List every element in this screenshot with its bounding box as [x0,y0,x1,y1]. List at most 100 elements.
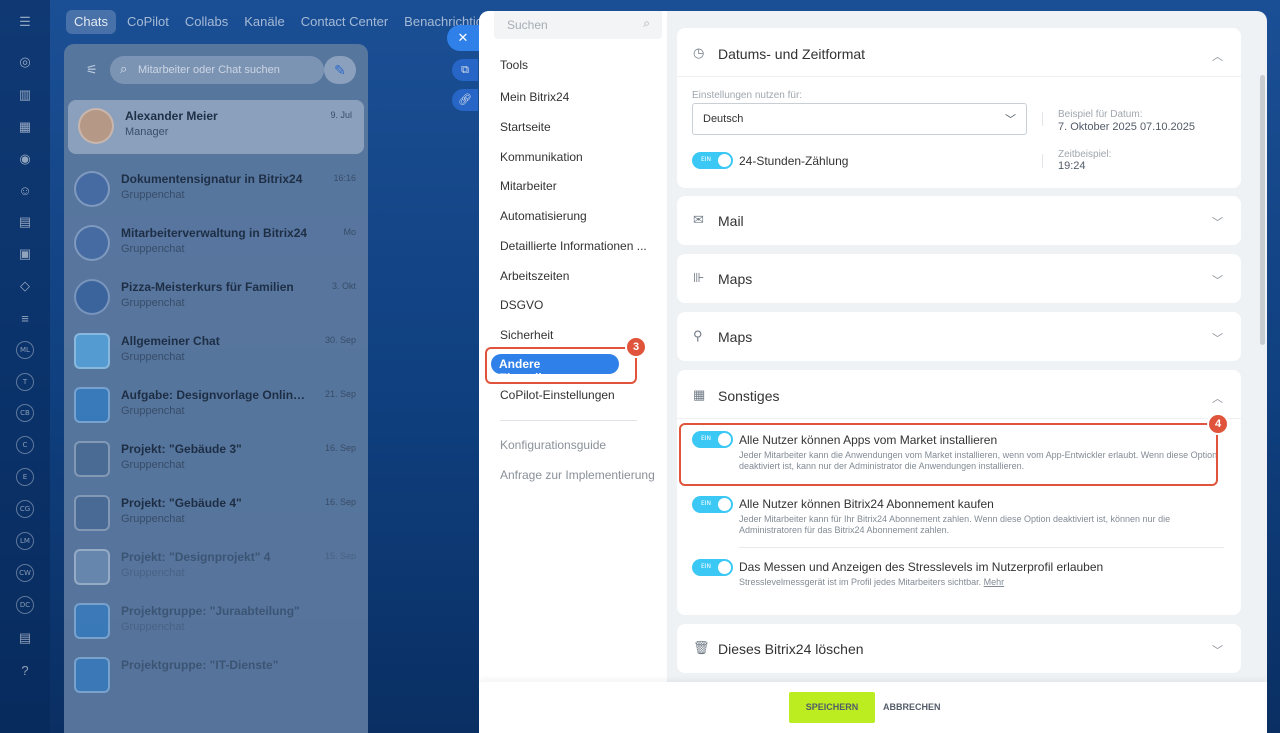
chat-date: Mo [343,227,356,237]
nav-item-kommunikation[interactable]: Kommunikation [500,150,583,164]
settings-search-placeholder: Suchen [507,18,548,32]
chat-list-item[interactable]: Aufgabe: Designvorlage Onlinesho... Grup… [64,379,368,433]
help-icon[interactable]: ? [15,660,35,680]
toggle-knob [718,561,731,574]
chat-list-item[interactable]: Projektgruppe: "Juraabteilung" Gruppench… [64,595,368,649]
chat-search-input[interactable]: Mitarbeiter oder Chat suchen [110,56,324,84]
chat-list-item[interactable]: Alexander Meier Manager 9. Jul [68,100,364,154]
filter-icon[interactable]: ⚟ [86,62,102,78]
rail-badge-e[interactable]: E [16,468,34,486]
search-icon: ⌕ [643,16,650,30]
section-title: Dieses Bitrix24 löschen [718,641,864,657]
save-button[interactable]: SPEICHERN [789,692,875,723]
nav-item-copilot-einstellungen[interactable]: CoPilot-Einstellungen [500,388,615,402]
toggle-label: EIN [701,156,712,163]
chat-list-item[interactable]: Projekt: "Gebäude 4" Gruppenchat 16. Sep [64,487,368,541]
settings-search[interactable]: Suchen ⌕ [494,11,662,39]
annotation-badge-3: 3 [625,336,647,358]
tab-collabs[interactable]: Collabs [180,10,233,34]
toggle-24h[interactable]: EIN [692,152,733,169]
section-maps[interactable]: ⊪ Maps ﹀ [677,254,1241,303]
nav-item-mitarbeiter[interactable]: Mitarbeiter [500,179,557,193]
chat-subtitle: Gruppenchat [121,189,185,201]
toggle-buy-subscription[interactable]: EIN [692,496,733,513]
scrollbar[interactable] [1260,75,1265,345]
tab-chats[interactable]: Chats [66,10,116,34]
more-link[interactable]: Mehr [984,577,1005,587]
open-in-new-window-icon[interactable]: ⧉ [452,59,478,81]
section-title: Maps [718,271,753,287]
chevron-up-icon[interactable]: ︿ [1212,390,1223,406]
stripes-icon[interactable]: ≡ [15,308,35,328]
chat-list-item[interactable]: Mitarbeiterverwaltung in Bitrix24 Gruppe… [64,217,368,271]
rail-badge-cb[interactable]: CB [16,404,34,422]
rail-badge-lm[interactable]: LM [16,532,34,550]
nav-item-mein-bitrix24[interactable]: Mein Bitrix24 [500,90,569,104]
tab-contact-center[interactable]: Contact Center [296,10,393,34]
chat-subtitle: Gruppenchat [121,513,185,525]
copilot-icon[interactable]: ◎ [15,52,35,72]
chat-list-item[interactable]: Projekt: "Designprojekt" 4 Gruppenchat 1… [64,541,368,595]
nav-item-sicherheit[interactable]: Sicherheit [500,328,553,342]
chevron-down-icon[interactable]: ﹀ [1212,642,1223,658]
nav-item-automatisierung[interactable]: Automatisierung [500,209,587,223]
chat-list-item[interactable]: Pizza-Meisterkurs für Familien Gruppench… [64,271,368,325]
chat-title: Projekt: "Gebäude 3" [121,442,242,456]
compose-button[interactable]: ✎ [324,56,356,84]
chat-list-item[interactable]: Allgemeiner Chat Gruppenchat 30. Sep [64,325,368,379]
chart-icon[interactable]: ▥ [15,85,35,105]
nav-item-tools[interactable]: Tools [500,58,528,72]
rail-badge-cw[interactable]: CW [16,564,34,582]
top-nav: Chats CoPilot Collabs Kanäle Contact Cen… [66,10,510,34]
chat-subtitle: Gruppenchat [121,297,185,309]
chat-title: Projekt: "Designprojekt" 4 [121,550,271,564]
chevron-down-icon[interactable]: ﹀ [1212,272,1223,288]
section-maps-location[interactable]: ⚲ Maps ﹀ [677,312,1241,361]
toggle-stress-level[interactable]: EIN [692,559,733,576]
section-title: Mail [718,213,744,229]
nav-item-detaillierte-informationen[interactable]: Detaillierte Informationen ... [500,239,647,253]
chevron-down-icon[interactable]: ﹀ [1212,330,1223,346]
rail-badge-ml[interactable]: ML [16,341,34,359]
briefcase-icon[interactable]: ▣ [15,244,35,264]
chat-list-item[interactable]: Projekt: "Gebäude 3" Gruppenchat 16. Sep [64,433,368,487]
nav-item-dsgvo[interactable]: DSGVO [500,298,543,312]
language-select[interactable]: Deutsch ﹀ [692,103,1027,135]
robot-icon[interactable]: ☺ [15,180,35,200]
rail-badge-cg[interactable]: CG [16,500,34,518]
chat-list-item[interactable]: Projektgruppe: "IT-Dienste" [64,649,368,703]
chevron-down-icon[interactable]: ﹀ [1212,214,1223,230]
chat-title: Dokumentensignatur in Bitrix24 [121,172,303,186]
left-rail: ☰ ◎ ▥ ▦ ◉ ☺ ▤ ▣ ◇ ≡ ML T CB C E CG LM CW… [0,0,50,733]
target-icon[interactable]: ◉ [15,149,35,169]
avatar [78,108,114,144]
rail-badge-c[interactable]: C [16,436,34,454]
grid-icon: ▦ [693,387,706,402]
avatar [74,387,110,423]
section-delete[interactable]: 🗑︎ Dieses Bitrix24 löschen ﹀ [677,624,1241,673]
nav-item-anfrage-implementierung[interactable]: Anfrage zur Implementierung [500,468,655,482]
menu-icon[interactable]: ☰ [15,12,35,32]
calendar-icon[interactable]: ▦ [15,117,35,137]
divider [677,418,1241,419]
rail-badge-t[interactable]: T [16,373,34,391]
settings-nav: Suchen ⌕ Tools Mein Bitrix24 Startseite … [479,11,667,733]
chevron-up-icon[interactable]: ︿ [1212,48,1223,64]
tab-copilot[interactable]: CoPilot [122,10,174,34]
nav-item-arbeitszeiten[interactable]: Arbeitszeiten [500,269,569,283]
chat-subtitle: Manager [125,126,169,138]
grid-icon[interactable]: ▤ [15,628,35,648]
section-mail[interactable]: ✉ Mail ﹀ [677,196,1241,245]
copy-link-icon[interactable]: 🔗︎ [452,89,478,111]
cube-icon[interactable]: ◇ [15,276,35,296]
rail-badge-dc[interactable]: DC [16,596,34,614]
chat-list-item[interactable]: Dokumentensignatur in Bitrix24 Gruppench… [64,163,368,217]
close-slider-button[interactable]: ✕ [447,25,479,51]
nav-item-startseite[interactable]: Startseite [500,120,551,134]
chat-date: 3. Okt [331,281,356,291]
nav-item-konfigurationsguide[interactable]: Konfigurationsguide [500,438,606,452]
document-icon[interactable]: ▤ [15,212,35,232]
date-example-value: 7. Oktober 2025 07.10.2025 [1058,121,1195,133]
tab-kanaele[interactable]: Kanäle [239,10,289,34]
cancel-button[interactable]: ABBRECHEN [883,692,941,723]
